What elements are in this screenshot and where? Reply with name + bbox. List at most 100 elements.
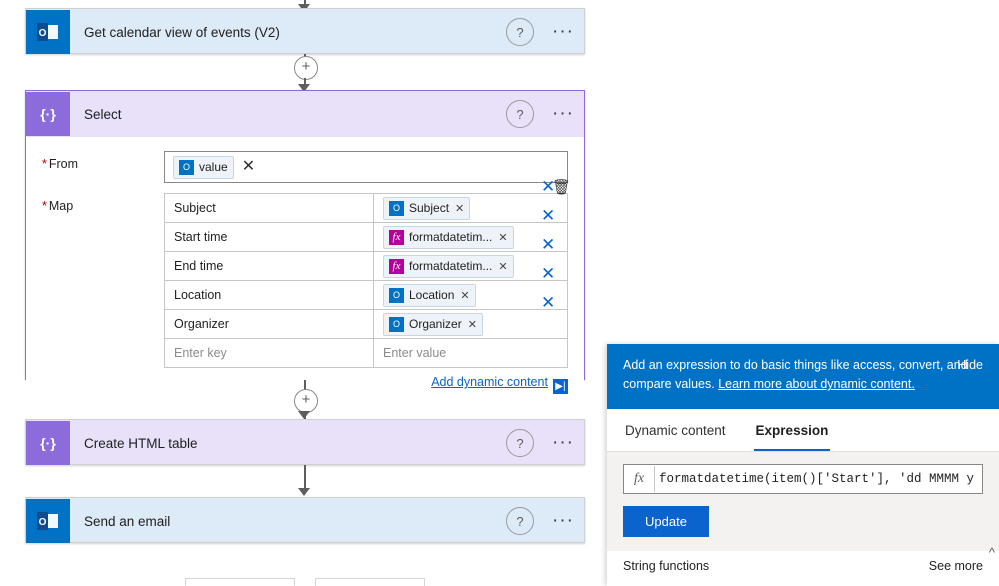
map-grid-wrapper: Subject O Subject ✕ Start time fx format… xyxy=(164,193,568,394)
from-label: * From xyxy=(42,157,79,171)
step-card-send-an-email[interactable]: O Send an email ? ··· xyxy=(25,497,585,543)
remove-token-icon[interactable]: ✕ xyxy=(498,231,507,244)
token-label: Subject xyxy=(409,201,450,215)
delete-map-row-5-icon[interactable]: ✕ xyxy=(531,294,555,311)
token-label: Location xyxy=(409,288,455,302)
table-row[interactable]: End time fx formatdatetim... ✕ xyxy=(164,251,568,281)
fx-icon: fx xyxy=(389,258,404,274)
bottom-partial-button-2[interactable] xyxy=(315,578,425,586)
svg-text:{·}: {·} xyxy=(40,106,56,122)
help-icon[interactable]: ? xyxy=(506,100,534,128)
token-label: Organizer xyxy=(409,317,462,331)
more-commands-icon[interactable]: ··· xyxy=(546,103,580,125)
required-asterisk: * xyxy=(42,199,47,213)
scroll-up-caret-icon[interactable]: ^ xyxy=(989,545,995,560)
add-dynamic-content-label: Add dynamic content xyxy=(431,375,548,389)
delete-map-row-3-icon[interactable]: ✕ xyxy=(531,236,555,253)
from-token-value[interactable]: O value xyxy=(173,155,234,179)
flow-designer-canvas: O Get calendar view of events (V2) ? ···… xyxy=(0,0,999,586)
required-asterisk: * xyxy=(42,157,47,171)
remove-token-icon[interactable]: ✕ xyxy=(468,318,477,331)
value-token[interactable]: fx formatdatetim... ✕ xyxy=(383,225,514,249)
remove-token-icon[interactable]: ✕ xyxy=(460,289,469,302)
step-title: Create HTML table xyxy=(84,435,198,451)
outlook-icon: O xyxy=(26,10,70,54)
expression-info-banner: Hide Add an expression to do basic thing… xyxy=(607,344,999,409)
svg-text:O: O xyxy=(39,28,47,39)
see-more-link[interactable]: See more xyxy=(929,559,983,573)
add-dynamic-content-link[interactable]: Add dynamic content ▶| xyxy=(164,375,568,394)
help-icon[interactable]: ? xyxy=(506,507,534,535)
value-token[interactable]: O Location ✕ xyxy=(383,283,476,307)
select-card-body: * From O value ✕ * Map Subject O Subject… xyxy=(26,137,584,414)
map-key-cell[interactable]: Start time xyxy=(164,222,374,252)
table-row[interactable]: Location O Location ✕ xyxy=(164,280,568,310)
outlook-icon: O xyxy=(179,159,194,175)
token-label: formatdatetim... xyxy=(409,230,493,244)
add-dynamic-content-icon: ▶| xyxy=(552,379,568,394)
trash-icon[interactable]: 🗑 xyxy=(552,178,571,196)
insert-step-button-2[interactable]: + xyxy=(294,389,318,413)
step-card-create-html-table[interactable]: {·} Create HTML table ? ··· xyxy=(25,419,585,465)
map-key-cell[interactable]: Organizer xyxy=(164,309,374,339)
fx-icon: fx xyxy=(389,229,404,245)
connector-arrow-2 xyxy=(298,411,310,419)
select-card-header[interactable]: {·} Select ? ··· xyxy=(26,91,584,137)
tab-dynamic-content[interactable]: Dynamic content xyxy=(623,409,728,451)
from-input[interactable]: O value ✕ xyxy=(164,151,568,183)
expression-editor-area: fx Update xyxy=(607,451,999,551)
hide-panel-link[interactable]: Hide xyxy=(957,356,983,375)
new-key-input[interactable]: Enter key xyxy=(164,338,374,368)
tab-expression[interactable]: Expression xyxy=(753,409,831,451)
remove-token-icon[interactable]: ✕ xyxy=(498,260,507,273)
table-row-new[interactable]: Enter key Enter value xyxy=(164,338,568,368)
fx-icon: fx xyxy=(633,470,645,486)
step-card-get-calendar-view[interactable]: O Get calendar view of events (V2) ? ··· xyxy=(25,8,585,54)
map-grid: Subject O Subject ✕ Start time fx format… xyxy=(164,193,568,368)
map-value-cell[interactable]: O Organizer ✕ xyxy=(373,309,568,339)
value-token[interactable]: O Subject ✕ xyxy=(383,196,471,220)
svg-text:O: O xyxy=(39,517,47,528)
map-key-cell[interactable]: Subject xyxy=(164,193,374,223)
step-title: Get calendar view of events (V2) xyxy=(84,24,280,40)
step-title: Select xyxy=(84,106,122,122)
expression-panel: Hide Add an expression to do basic thing… xyxy=(607,344,999,586)
outlook-icon: O xyxy=(389,316,404,332)
value-token[interactable]: O Organizer ✕ xyxy=(383,312,483,336)
insert-step-button-1[interactable]: + xyxy=(294,56,318,80)
step-card-select[interactable]: {·} Select ? ··· * From O value ✕ * Map … xyxy=(25,90,585,414)
new-value-input[interactable]: Enter value xyxy=(373,338,568,368)
more-commands-icon[interactable]: ··· xyxy=(546,432,580,454)
map-key-cell[interactable]: End time xyxy=(164,251,374,281)
learn-more-link[interactable]: Learn more about dynamic content. xyxy=(718,377,915,391)
outlook-icon: O xyxy=(389,200,404,216)
clear-from-icon[interactable]: ✕ xyxy=(242,159,255,175)
select-braces-icon: {·} xyxy=(26,92,70,136)
table-row[interactable]: Start time fx formatdatetim... ✕ xyxy=(164,222,568,252)
delete-map-row-4-icon[interactable]: ✕ xyxy=(531,265,555,282)
help-icon[interactable]: ? xyxy=(506,429,534,457)
table-row[interactable]: Subject O Subject ✕ xyxy=(164,193,568,223)
expression-input[interactable] xyxy=(654,465,982,492)
help-icon[interactable]: ? xyxy=(506,18,534,46)
section-title: String functions xyxy=(623,558,710,573)
token-label: formatdatetim... xyxy=(409,259,493,273)
map-field-row: * Map Subject O Subject ✕ Start time fx … xyxy=(42,193,568,394)
connector-arrow-3 xyxy=(298,488,310,496)
outlook-icon: O xyxy=(26,499,70,543)
table-row[interactable]: Organizer O Organizer ✕ xyxy=(164,309,568,339)
more-commands-icon[interactable]: ··· xyxy=(546,510,580,532)
delete-map-row-2-icon[interactable]: ✕ xyxy=(531,207,555,224)
svg-text:{·}: {·} xyxy=(40,435,56,451)
bottom-partial-button-1[interactable] xyxy=(185,578,295,586)
more-commands-icon[interactable]: ··· xyxy=(546,21,580,43)
from-field-row: * From O value ✕ xyxy=(42,151,568,183)
map-key-cell[interactable]: Location xyxy=(164,280,374,310)
map-label: * Map xyxy=(42,199,74,213)
remove-token-icon[interactable]: ✕ xyxy=(455,202,464,215)
update-button[interactable]: Update xyxy=(623,505,709,537)
outlook-icon: O xyxy=(389,287,404,303)
string-functions-section-header: String functions See more xyxy=(607,551,999,573)
value-token[interactable]: fx formatdatetim... ✕ xyxy=(383,254,514,278)
expression-field[interactable]: fx xyxy=(623,463,983,494)
